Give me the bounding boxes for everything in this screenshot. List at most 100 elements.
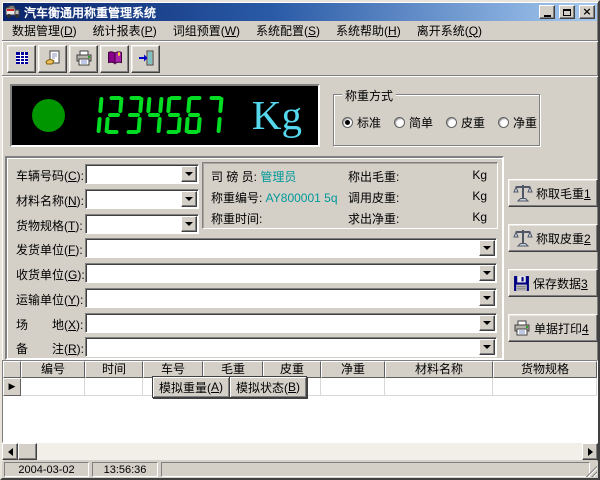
form-row-c: 车辆号码(C):: [7, 164, 502, 184]
menu-item-d[interactable]: 数据管理(D): [4, 22, 85, 40]
combo-field-t[interactable]: [85, 214, 199, 234]
column-header-6: 净重: [321, 361, 385, 378]
led-digit: [144, 96, 163, 134]
row-pointer-cell: ▶: [3, 378, 21, 396]
chevron-down-icon: [483, 246, 491, 250]
action-button-label: 保存数据3: [533, 275, 588, 292]
led-digit: [84, 96, 103, 134]
radio-circle[interactable]: [446, 117, 457, 128]
status-time: 13:56:36: [92, 462, 158, 477]
field-label-t: 货物规格(T):: [16, 217, 83, 234]
dropdown-button[interactable]: [479, 290, 495, 306]
dropdown-button[interactable]: [181, 166, 197, 182]
action-button-4[interactable]: 单据打印4: [508, 314, 598, 342]
form-row-y: 运输单位(Y):: [7, 288, 502, 308]
status-bar: 2004-03-02 13:56:36: [2, 461, 598, 478]
toolbar-book-button[interactable]: [100, 45, 129, 73]
scroll-left-icon: [8, 448, 13, 456]
dropdown-button[interactable]: [479, 240, 495, 256]
led-weight-value: [86, 96, 226, 134]
combo-field-x[interactable]: [85, 313, 497, 333]
radio-option-标准[interactable]: 标准: [342, 114, 381, 131]
form-row-n: 材料名称(N):: [7, 189, 502, 209]
menu-item-s[interactable]: 系统配置(S): [248, 22, 328, 40]
column-header-7: 材料名称: [385, 361, 493, 378]
combo-field-f[interactable]: [85, 238, 497, 258]
chevron-down-icon: [483, 345, 491, 349]
overlay-button-b[interactable]: 模拟状态(B): [229, 376, 307, 398]
dropdown-button[interactable]: [479, 315, 495, 331]
table-icon: [13, 50, 31, 69]
menu-item-p[interactable]: 统计报表(P): [85, 22, 165, 40]
field-label-x: 场 地(X):: [16, 316, 83, 333]
combo-field-c[interactable]: [85, 164, 199, 184]
toolbar-report-button[interactable]: [38, 45, 67, 73]
dropdown-button[interactable]: [181, 191, 197, 207]
scale-icon: [513, 228, 533, 248]
combo-field-g[interactable]: [85, 263, 497, 283]
radio-option-净重[interactable]: 净重: [498, 114, 537, 131]
radio-label: 简单: [409, 114, 433, 131]
radio-option-皮重[interactable]: 皮重: [446, 114, 485, 131]
menu-item-w[interactable]: 词组预置(W): [165, 22, 248, 40]
weigh-form-panel: 司 磅 员: 管理员称出毛重: Kg称重编号: AY800001 5q调用皮重:…: [5, 156, 504, 360]
menu-item-h[interactable]: 系统帮助(H): [328, 22, 409, 40]
menu-bar: 数据管理(D)统计报表(P)词组预置(W)系统配置(S)系统帮助(H)离开系统(…: [2, 21, 598, 41]
form-row-g: 收货单位(G):: [7, 263, 502, 283]
led-digit: [164, 96, 183, 134]
table-selector-header: [3, 361, 21, 378]
chevron-down-icon: [185, 222, 193, 226]
print-icon: [513, 320, 531, 336]
maximize-button[interactable]: [559, 5, 575, 19]
table-cell: [21, 378, 85, 396]
form-row-r: 备 注(R):: [7, 337, 502, 357]
table-cell: [85, 378, 143, 396]
scrollbar-thumb[interactable]: [18, 443, 37, 460]
close-button[interactable]: ×: [579, 5, 595, 19]
menu-item-q[interactable]: 离开系统(Q): [409, 22, 490, 40]
print-icon: [75, 50, 93, 69]
radio-circle[interactable]: [394, 117, 405, 128]
dropdown-button[interactable]: [479, 265, 495, 281]
app-truck-icon[interactable]: [5, 5, 21, 19]
led-unit-label: Kg: [252, 88, 302, 143]
radio-label: 标准: [357, 114, 381, 131]
status-date: 2004-03-02: [4, 462, 89, 477]
column-header-2: 时间: [85, 361, 143, 378]
chevron-down-icon: [483, 321, 491, 325]
led-digit: [204, 96, 223, 134]
radio-option-简单[interactable]: 简单: [394, 114, 433, 131]
action-button-3[interactable]: 保存数据3: [508, 269, 598, 297]
chevron-down-icon: [185, 197, 193, 201]
radio-circle[interactable]: [498, 117, 509, 128]
toolbar-print-button[interactable]: [69, 45, 98, 73]
book-icon: [106, 50, 124, 69]
overlay-button-a[interactable]: 模拟重量(A): [152, 376, 230, 398]
scale-icon: [513, 183, 533, 203]
minimize-button[interactable]: [539, 5, 555, 19]
action-button-2[interactable]: 称取皮重2: [508, 224, 598, 252]
toolbar-exit-button[interactable]: [131, 45, 160, 73]
dropdown-button[interactable]: [181, 216, 197, 232]
action-button-1[interactable]: 称取毛重1: [508, 179, 598, 207]
weigh-mode-group: 称重方式 标准简单皮重净重: [333, 94, 540, 146]
radio-label: 皮重: [461, 114, 485, 131]
scroll-right-button[interactable]: [582, 443, 598, 460]
scroll-left-button[interactable]: [2, 443, 18, 460]
dropdown-button[interactable]: [479, 339, 495, 355]
action-button-label: 单据打印4: [534, 320, 589, 337]
close-icon: ×: [582, 7, 591, 17]
combo-field-r[interactable]: [85, 337, 497, 357]
combo-field-n[interactable]: [85, 189, 199, 209]
table-cell: [385, 378, 493, 396]
radio-circle[interactable]: [342, 117, 353, 128]
report-icon: [44, 50, 62, 69]
weight-led-display: Kg: [10, 84, 320, 147]
action-button-label: 称取毛重1: [536, 185, 591, 202]
toolbar-table-button[interactable]: [7, 45, 36, 73]
status-extra: [161, 462, 590, 477]
led-digit: [104, 96, 123, 134]
exit-icon: [137, 50, 155, 69]
horizontal-scrollbar[interactable]: [2, 443, 598, 460]
combo-field-y[interactable]: [85, 288, 497, 308]
